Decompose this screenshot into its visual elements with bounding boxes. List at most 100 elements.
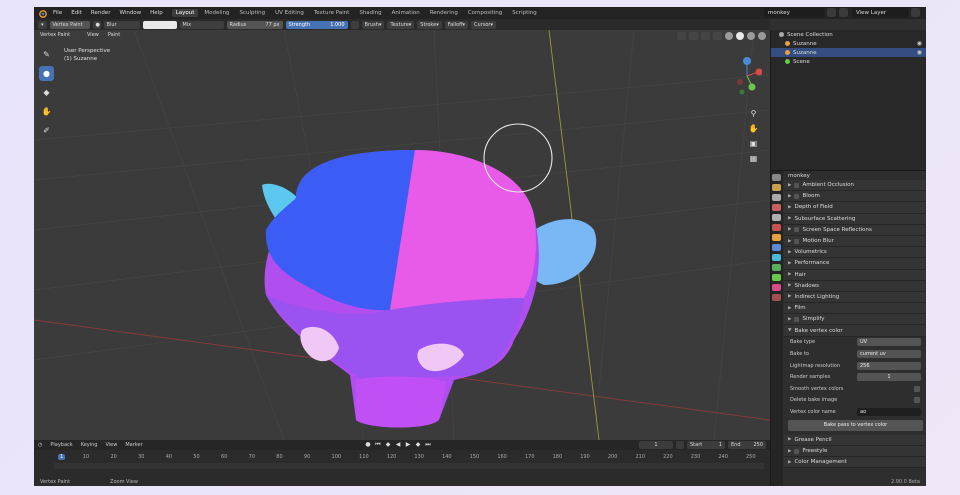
panel-motion-blur[interactable]: ▶ Motion Blur: [784, 235, 926, 248]
color-swatch[interactable]: [142, 20, 177, 29]
lightmap-dropdown[interactable]: 256: [857, 361, 921, 370]
bake-type-dropdown[interactable]: UV: [857, 338, 921, 347]
pan-view-icon[interactable]: ✋: [748, 123, 759, 134]
view-layer-tab-icon[interactable]: [772, 204, 781, 211]
z-axis-gizmo-icon[interactable]: [743, 57, 751, 65]
start-frame-field[interactable]: Start 1: [687, 441, 725, 449]
marker-menu[interactable]: Marker: [125, 442, 142, 448]
panel-shadows[interactable]: ▶ Shadows: [784, 280, 926, 292]
tab-scripting[interactable]: Scripting: [508, 9, 540, 17]
solid-shading-icon[interactable]: [736, 32, 744, 40]
panel-checkbox[interactable]: [794, 448, 800, 454]
x-axis-gizmo-icon[interactable]: [755, 68, 763, 76]
y-axis-gizmo-icon[interactable]: [748, 83, 756, 91]
neg-y-gizmo-icon[interactable]: [739, 89, 745, 95]
bake-to-dropdown[interactable]: current uv: [857, 350, 921, 359]
material-tab-icon[interactable]: [772, 284, 781, 291]
delete-scene-button[interactable]: [839, 8, 848, 17]
view-menu[interactable]: View: [84, 31, 102, 39]
panel-ssr[interactable]: ▶ Screen Space Reflections: [784, 224, 926, 236]
overlay-toggle-icon[interactable]: [701, 32, 710, 40]
panel-checkbox[interactable]: [794, 227, 800, 233]
viewport-mode-selector[interactable]: Vertex Paint: [37, 31, 81, 39]
mode-selector[interactable]: Vertex Paint: [49, 20, 90, 29]
scene-selector[interactable]: monkey: [764, 8, 824, 17]
material-shading-icon[interactable]: [747, 32, 755, 40]
scene-tab-icon[interactable]: [772, 214, 781, 221]
view-layer-selector[interactable]: View Layer: [852, 8, 908, 17]
panel-freestyle[interactable]: ▶ Freestyle: [784, 445, 926, 458]
panel-grease-pencil[interactable]: ▶ Grease Pencil: [784, 434, 926, 446]
brush-selector[interactable]: Blur: [103, 20, 140, 29]
panel-simplify[interactable]: ▶ Simplify: [784, 314, 926, 326]
editor-type-button[interactable]: ▾: [38, 20, 47, 29]
play-icon[interactable]: ▶: [404, 441, 412, 449]
menu-window[interactable]: Window: [119, 10, 141, 16]
output-tab-icon[interactable]: [772, 194, 781, 201]
panel-checkbox[interactable]: [794, 182, 800, 188]
tool-tab-icon[interactable]: [772, 174, 781, 181]
color-name-input[interactable]: ao: [857, 407, 921, 416]
timeline-view-menu[interactable]: View: [105, 442, 117, 448]
panel-volumetrics[interactable]: ▶ Volumetrics: [784, 247, 926, 259]
panel-checkbox[interactable]: [794, 238, 800, 244]
tab-uv-editing[interactable]: UV Editing: [271, 9, 308, 17]
new-scene-button[interactable]: [827, 8, 836, 17]
neg-x-gizmo-icon[interactable]: [737, 79, 743, 85]
tab-modeling[interactable]: Modeling: [200, 9, 233, 17]
next-keyframe-icon[interactable]: ◆: [414, 441, 422, 449]
xray-toggle-icon[interactable]: [713, 32, 722, 40]
constraints-tab-icon[interactable]: [772, 274, 781, 281]
blur-tool-icon[interactable]: ●: [39, 66, 54, 81]
jump-start-icon[interactable]: ⏮: [374, 441, 382, 449]
jump-end-icon[interactable]: ⏭: [424, 441, 432, 449]
panel-color-management[interactable]: ▶ Color Management: [784, 457, 926, 469]
3d-viewport[interactable]: Vertex Paint View Paint User Perspective…: [34, 30, 770, 440]
blender-logo-icon[interactable]: [38, 9, 47, 18]
wireframe-shading-icon[interactable]: [725, 32, 733, 40]
radius-field[interactable]: Radius 77 px: [226, 20, 283, 29]
outliner-item[interactable]: Suzanne ◉: [771, 39, 926, 48]
zoom-view-icon[interactable]: ⚲: [748, 108, 759, 119]
smooth-checkbox[interactable]: [914, 385, 920, 392]
keying-menu[interactable]: Keying: [81, 442, 98, 448]
panel-bloom[interactable]: ▶ Bloom: [784, 191, 926, 203]
outliner-root[interactable]: Scene Collection: [771, 30, 926, 39]
tab-sculpting[interactable]: Sculpting: [235, 9, 269, 17]
texture-menu[interactable]: Texture ▾: [387, 20, 415, 29]
stroke-menu[interactable]: Stroke ▾: [417, 20, 442, 29]
current-frame-field[interactable]: 1: [639, 441, 673, 449]
particles-tab-icon[interactable]: [772, 254, 781, 261]
strength-field[interactable]: Strength 1.000: [285, 20, 348, 29]
panel-film[interactable]: ▶ Film: [784, 303, 926, 315]
tab-compositing[interactable]: Compositing: [464, 9, 506, 17]
modifier-tab-icon[interactable]: [772, 244, 781, 251]
bake-button[interactable]: Bake pass to vertex color: [788, 419, 923, 431]
visibility-eye-icon[interactable]: ◉: [917, 49, 922, 56]
gizmo-toggle-icon[interactable]: [689, 32, 698, 40]
texture-tab-icon[interactable]: [772, 294, 781, 301]
world-tab-icon[interactable]: [772, 224, 781, 231]
render-tab-icon[interactable]: [772, 184, 781, 191]
prev-keyframe-icon[interactable]: ◆: [384, 441, 392, 449]
rendered-shading-icon[interactable]: [758, 32, 766, 40]
paint-menu[interactable]: Paint: [104, 31, 124, 39]
tab-layout[interactable]: Layout: [171, 9, 199, 17]
panel-subsurface[interactable]: ▶ Subsurface Scattering: [784, 213, 926, 225]
frame-ruler[interactable]: 1 10 20 30 40 50 60 70 80 90 100 110 120 130 140 150 160…: [34, 452, 770, 462]
tab-texture-paint[interactable]: Texture Paint: [310, 9, 354, 17]
view-object-types-icon[interactable]: [677, 32, 686, 40]
tab-animation[interactable]: Animation: [388, 9, 424, 17]
panel-bake-vertex-color[interactable]: ▼ Bake vertex color: [784, 325, 926, 337]
blend-mode-selector[interactable]: Mix: [179, 20, 224, 29]
perspective-toggle-icon[interactable]: ▦: [748, 153, 759, 164]
menu-render[interactable]: Render: [91, 10, 111, 16]
menu-edit[interactable]: Edit: [71, 10, 82, 16]
visibility-eye-icon[interactable]: ◉: [917, 40, 922, 47]
falloff-menu[interactable]: Falloff ▾: [444, 20, 469, 29]
draw-tool-icon[interactable]: ✎: [39, 47, 54, 62]
cursor-menu[interactable]: Cursor ▾: [471, 20, 496, 29]
panel-checkbox[interactable]: [794, 316, 800, 322]
smear-tool-icon[interactable]: ✋: [39, 104, 54, 119]
render-samples-field[interactable]: 1: [857, 373, 921, 382]
